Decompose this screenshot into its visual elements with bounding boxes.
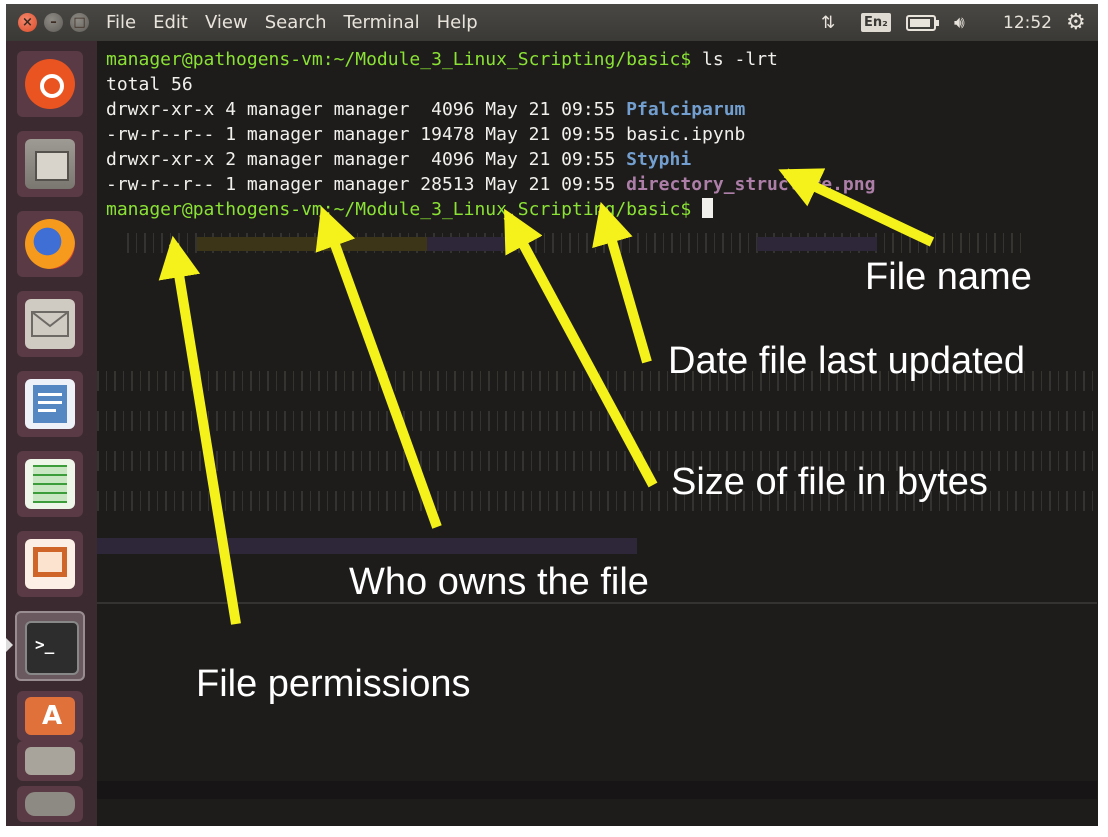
trash-icon[interactable] xyxy=(17,786,83,822)
terminal-output: manager@pathogens-vm:~/Module_3_Linux_Sc… xyxy=(106,47,875,222)
window-maximize-button[interactable]: □ xyxy=(70,13,89,32)
listing-name: basic.ipynb xyxy=(626,124,746,145)
text-cursor xyxy=(702,198,714,218)
minimize-icon: – xyxy=(50,15,57,30)
menu-file[interactable]: File xyxy=(106,12,136,33)
top-panel: × – □ File Edit View Search Terminal Hel… xyxy=(6,4,1098,41)
ghost-feature-bar xyxy=(757,237,877,251)
window-minimize-button[interactable]: – xyxy=(44,13,63,32)
listing-name: directory_structure.png xyxy=(626,174,876,195)
calc-icon[interactable] xyxy=(17,451,83,517)
label-date-last-updated: Date file last updated xyxy=(668,340,1026,382)
menu-terminal[interactable]: Terminal xyxy=(344,12,420,33)
shell-prompt: manager@pathogens-vm:~/Module_3_Linux_Sc… xyxy=(106,199,692,220)
ghost-feature-bar xyxy=(197,237,427,251)
volume-icon[interactable]: 🔊︎ xyxy=(954,4,965,41)
firefox-icon[interactable] xyxy=(17,211,83,277)
label-file-name: File name xyxy=(865,256,1032,298)
keyboard-layout-label: En₂ xyxy=(861,13,891,32)
command-line: manager@pathogens-vm:~/Module_3_Linux_Sc… xyxy=(106,47,875,72)
settings-gear-icon[interactable]: ⚙ xyxy=(1066,4,1086,41)
ghost-feature-bar xyxy=(427,237,517,251)
current-prompt-line[interactable]: manager@pathogens-vm:~/Module_3_Linux_Sc… xyxy=(106,197,875,222)
clock[interactable]: 12:52 xyxy=(1003,4,1052,41)
maximize-icon: □ xyxy=(73,15,86,30)
battery-icon[interactable] xyxy=(906,4,940,41)
window-close-button[interactable]: × xyxy=(18,13,37,32)
listing-name: Styphi xyxy=(626,149,692,170)
writer-icon[interactable] xyxy=(17,371,83,437)
files-icon[interactable] xyxy=(17,131,83,197)
listing-name: Pfalciparum xyxy=(626,99,746,120)
terminal-icon[interactable]: >_ xyxy=(15,611,85,681)
ghost-feature-bar xyxy=(97,538,637,554)
ghost-table-row xyxy=(97,781,1097,799)
menu-edit[interactable]: Edit xyxy=(153,12,188,33)
software-center-icon[interactable]: A xyxy=(17,691,83,741)
listing-row: drwxr-xr-x 2 manager manager 4096 May 21… xyxy=(106,147,875,172)
menu-view[interactable]: View xyxy=(205,12,248,33)
close-icon: × xyxy=(22,15,33,30)
command-text: ls -lrt xyxy=(691,49,778,70)
label-file-permissions: File permissions xyxy=(196,663,471,705)
listing-meta: drwxr-xr-x 2 manager manager 4096 May 21… xyxy=(106,149,627,170)
desktop-window: × – □ File Edit View Search Terminal Hel… xyxy=(6,4,1098,826)
total-line: total 56 xyxy=(106,74,193,95)
menu-help[interactable]: Help xyxy=(437,12,478,33)
menu-bar: File Edit View Search Terminal Help xyxy=(106,4,478,41)
menu-search[interactable]: Search xyxy=(265,12,327,33)
network-icon[interactable]: ⇅ xyxy=(821,4,835,41)
active-app-indicator xyxy=(6,638,13,652)
listing-meta: -rw-r--r-- 1 manager manager 19478 May 2… xyxy=(106,124,627,145)
listing-meta: -rw-r--r-- 1 manager manager 28513 May 2… xyxy=(106,174,627,195)
ubuntu-dash-icon[interactable] xyxy=(17,51,83,117)
keyboard-layout-indicator[interactable]: En₂ xyxy=(861,4,891,41)
listing-row: -rw-r--r-- 1 manager manager 19478 May 2… xyxy=(106,122,875,147)
listing-row: -rw-r--r-- 1 manager manager 28513 May 2… xyxy=(106,172,875,197)
listing-meta: drwxr-xr-x 4 manager manager 4096 May 21… xyxy=(106,99,627,120)
label-file-owner: Who owns the file xyxy=(349,561,649,603)
terminal-window[interactable]: manager@pathogens-vm:~/Module_3_Linux_Sc… xyxy=(97,41,1098,826)
mail-icon[interactable] xyxy=(17,291,83,357)
impress-icon[interactable] xyxy=(17,531,83,597)
settings-icon[interactable] xyxy=(17,741,83,781)
launcher: >_ A xyxy=(6,41,97,826)
shell-prompt: manager@pathogens-vm:~/Module_3_Linux_Sc… xyxy=(106,49,692,70)
listing-row: drwxr-xr-x 4 manager manager 4096 May 21… xyxy=(106,97,875,122)
label-file-size: Size of file in bytes xyxy=(671,461,988,503)
